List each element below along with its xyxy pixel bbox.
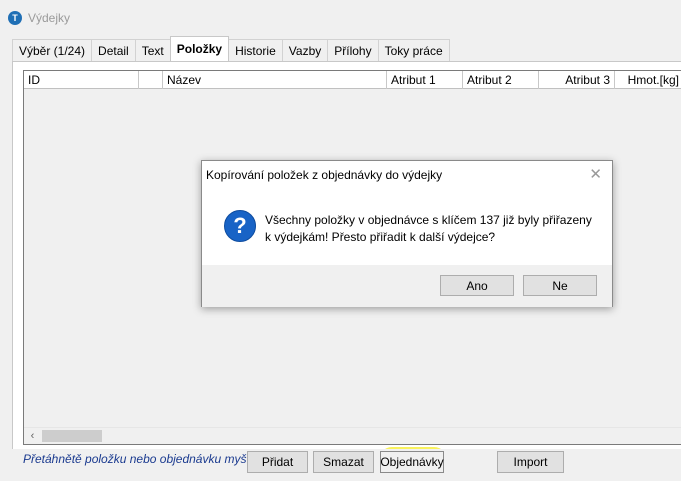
tab-historie[interactable]: Historie xyxy=(228,39,283,61)
bottom-toolbar: Přetáhnětě položku nebo objednávku myší!… xyxy=(0,449,681,481)
copy-items-dialog: Kopírování položek z objednávky do výdej… xyxy=(201,160,613,307)
pridat-button[interactable]: Přidat xyxy=(247,451,308,473)
column-header-id[interactable]: ID xyxy=(24,71,139,89)
import-button[interactable]: Import xyxy=(497,451,564,473)
column-header-atribut-3[interactable]: Atribut 3 xyxy=(539,71,615,89)
close-icon[interactable]: ✕ xyxy=(589,165,602,183)
column-header-atribut-1[interactable]: Atribut 1 xyxy=(387,71,463,89)
column-header-nazev[interactable]: Název xyxy=(163,71,387,89)
ano-button[interactable]: Ano xyxy=(440,275,514,296)
dialog-footer: Ano Ne xyxy=(202,265,612,307)
column-header-hmotnost[interactable]: Hmot.[kg] xyxy=(615,71,681,89)
tab-text[interactable]: Text xyxy=(134,39,171,61)
objednavky-button[interactable]: Objednávky xyxy=(380,451,444,473)
question-icon: ? xyxy=(224,210,256,242)
grid-header: ID Název Atribut 1 Atribut 2 Atribut 3 H… xyxy=(24,71,681,89)
tab-toky-prace[interactable]: Toky práce xyxy=(377,39,450,61)
dialog-message: Všechny položky v objednávce s klíčem 13… xyxy=(265,213,592,244)
dialog-title: Kopírování položek z objednávky do výdej… xyxy=(206,168,443,182)
scrollbar-thumb[interactable] xyxy=(42,430,102,442)
column-header-blank[interactable] xyxy=(139,71,163,89)
column-header-atribut-2[interactable]: Atribut 2 xyxy=(463,71,539,89)
tab-bar: Výběr (1/24) Detail Text Položky Histori… xyxy=(12,36,450,61)
window-title: Výdejky xyxy=(28,11,71,25)
tab-vazby[interactable]: Vazby xyxy=(281,39,329,61)
tab-prilohy[interactable]: Přílohy xyxy=(327,39,379,61)
tab-detail[interactable]: Detail xyxy=(91,39,136,61)
chevron-left-icon[interactable]: ‹ xyxy=(24,428,41,444)
tab-vyber[interactable]: Výběr (1/24) xyxy=(12,39,93,61)
drag-hint-text: Přetáhnětě položku nebo objednávku myší! xyxy=(23,452,254,466)
ne-button[interactable]: Ne xyxy=(523,275,597,296)
horizontal-scrollbar[interactable]: ‹ xyxy=(24,427,681,444)
app-logo-icon: T xyxy=(8,11,22,25)
smazat-button[interactable]: Smazat xyxy=(313,451,374,473)
title-bar: T Výdejky xyxy=(0,0,681,36)
tab-polozky[interactable]: Položky xyxy=(169,36,230,61)
